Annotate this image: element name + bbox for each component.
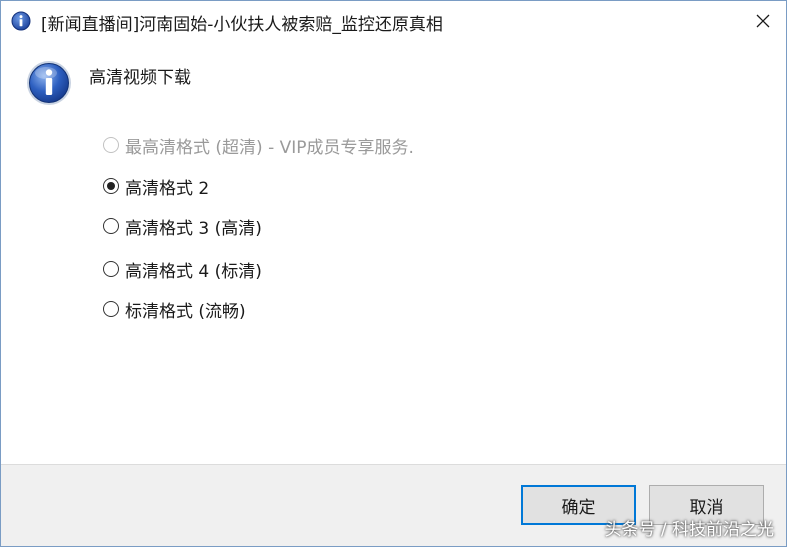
option-label: 高清格式 4 (标清) bbox=[125, 261, 262, 282]
radio-button[interactable] bbox=[103, 178, 119, 194]
option-sd-format[interactable]: 标清格式 (流畅) bbox=[103, 297, 246, 322]
option-label: 高清格式 2 bbox=[125, 178, 210, 199]
watermark-text: 头条号 / 科技前沿之光 bbox=[604, 520, 774, 540]
info-icon bbox=[11, 11, 31, 31]
option-label: 标清格式 (流畅) bbox=[125, 301, 246, 322]
window-title: [新闻直播间]河南固始-小伙扶人被索赔_监控还原真相 bbox=[41, 15, 443, 35]
dialog-heading: 高清视频下载 bbox=[89, 68, 191, 88]
info-icon bbox=[27, 61, 71, 105]
option-ultra-hd-vip: 最高清格式 (超清) - VIP成员专享服务. bbox=[103, 133, 414, 158]
title-bar[interactable]: [新闻直播间]河南固始-小伙扶人被索赔_监控还原真相 bbox=[1, 1, 786, 41]
option-hd-format-4[interactable]: 高清格式 4 (标清) bbox=[103, 257, 262, 282]
option-label: 高清格式 3 (高清) bbox=[125, 218, 262, 239]
option-hd-format-2[interactable]: 高清格式 2 bbox=[103, 174, 210, 199]
radio-button[interactable] bbox=[103, 261, 119, 277]
radio-button bbox=[103, 137, 119, 153]
option-label: 最高清格式 (超清) - VIP成员专享服务. bbox=[125, 137, 414, 158]
radio-button[interactable] bbox=[103, 218, 119, 234]
radio-selected-dot bbox=[107, 182, 115, 190]
close-icon bbox=[756, 14, 770, 28]
radio-button[interactable] bbox=[103, 301, 119, 317]
close-button[interactable] bbox=[740, 1, 786, 41]
option-hd-format-3[interactable]: 高清格式 3 (高清) bbox=[103, 214, 262, 239]
dialog-content: 高清视频下载 最高清格式 (超清) - VIP成员专享服务. 高清格式 2 高清… bbox=[1, 41, 786, 464]
dialog-window: [新闻直播间]河南固始-小伙扶人被索赔_监控还原真相 高清视频下载 最高清格式 … bbox=[0, 0, 787, 547]
